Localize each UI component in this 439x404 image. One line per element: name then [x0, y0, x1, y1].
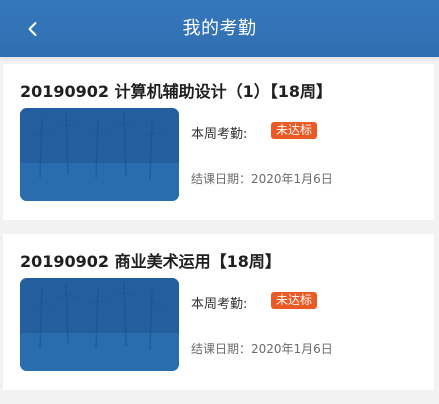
top-bar: 我的考勤: [0, 0, 439, 57]
weekly-attendance-label: 本周考勤:: [191, 297, 248, 312]
course-card[interactable]: 20190902 商业美术运用【18周】 本周考勤: 未达标 结课日期：2020…: [3, 234, 434, 390]
page-title: 我的考勤: [182, 18, 257, 39]
status-badge: 未达标: [271, 122, 318, 139]
weekly-attendance-label: 本周考勤:: [191, 127, 248, 142]
status-badge: 未达标: [271, 292, 318, 309]
course-card[interactable]: 20190902 计算机辅助设计（1）【18周】 本周考勤: 未达标 结课日期：…: [3, 64, 434, 220]
course-cover-image: [20, 278, 179, 371]
course-cover-image: [20, 108, 179, 201]
course-end-date: 结课日期：2020年1月6日: [191, 342, 333, 356]
course-title: 20190902 计算机辅助设计（1）【18周】: [20, 82, 333, 101]
course-title: 20190902 商业美术运用【18周】: [20, 252, 281, 271]
course-end-date: 结课日期：2020年1月6日: [191, 172, 333, 186]
